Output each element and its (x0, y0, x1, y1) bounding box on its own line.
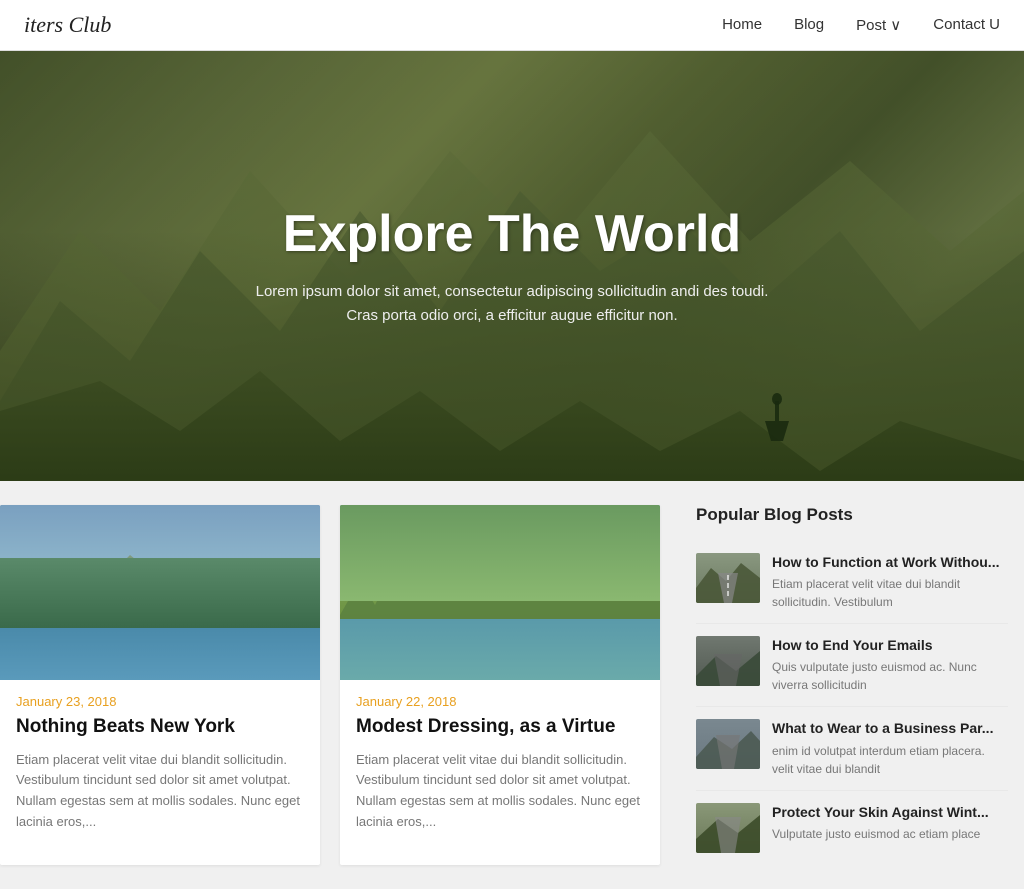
sidebar-thumb-2 (696, 636, 760, 686)
post-excerpt-1: Etiam placerat velit vitae dui blandit s… (16, 750, 304, 833)
sidebar-post-1: How to Function at Work Withou... Etiam … (696, 541, 1008, 624)
sidebar-thumb-svg-4 (696, 803, 760, 853)
sidebar-post-3: What to Wear to a Business Par... enim i… (696, 707, 1008, 790)
post-image-placeholder-1 (0, 505, 320, 680)
hero-section: Explore The World Lorem ipsum dolor sit … (0, 51, 1024, 481)
sidebar-post-excerpt-1: Etiam placerat velit vitae dui blandit s… (772, 575, 1008, 611)
nav-item-post[interactable]: Post ∨ (856, 16, 901, 35)
header: iters Club Home Blog Post ∨ Contact U (0, 0, 1024, 51)
sidebar-thumb-svg-3 (696, 719, 760, 769)
hero-title: Explore The World (256, 204, 769, 264)
main-content: January 23, 2018 Nothing Beats New York … (0, 481, 1024, 889)
post-body-1: January 23, 2018 Nothing Beats New York … (0, 680, 320, 853)
post-excerpt-2: Etiam placerat velit vitae dui blandit s… (356, 750, 644, 833)
sidebar-thumb-1 (696, 553, 760, 603)
sidebar-post-2: How to End Your Emails Quis vulputate ju… (696, 624, 1008, 707)
sidebar-thumb-4 (696, 803, 760, 853)
post-image-svg-2 (340, 505, 660, 680)
sidebar: Popular Blog Posts (680, 505, 1024, 865)
sidebar-thumb-svg-2 (696, 636, 760, 686)
sidebar-thumb-3 (696, 719, 760, 769)
post-image-svg-1 (0, 505, 320, 680)
sidebar-post-content-1: How to Function at Work Withou... Etiam … (772, 553, 1008, 611)
sidebar-post-title-1[interactable]: How to Function at Work Withou... (772, 553, 1008, 571)
sidebar-post-title-2[interactable]: How to End Your Emails (772, 636, 1008, 654)
nav-item-contact[interactable]: Contact U (933, 16, 1000, 35)
sidebar-thumb-svg-1 (696, 553, 760, 603)
post-image-1 (0, 505, 320, 680)
nav: Home Blog Post ∨ Contact U (722, 16, 1000, 35)
sidebar-post-excerpt-3: enim id volutpat interdum etiam placera.… (772, 742, 1008, 778)
sidebar-post-content-3: What to Wear to a Business Par... enim i… (772, 719, 1008, 777)
sidebar-post-excerpt-2: Quis vulputate justo euismod ac. Nunc vi… (772, 658, 1008, 694)
post-card-1: January 23, 2018 Nothing Beats New York … (0, 505, 320, 865)
sidebar-post-title-3[interactable]: What to Wear to a Business Par... (772, 719, 1008, 737)
post-image-placeholder-2 (340, 505, 660, 680)
posts-area: January 23, 2018 Nothing Beats New York … (0, 505, 680, 865)
sidebar-post-content-2: How to End Your Emails Quis vulputate ju… (772, 636, 1008, 694)
post-date-1: January 23, 2018 (16, 694, 304, 709)
nav-item-home[interactable]: Home (722, 16, 762, 35)
hero-subtitle: Lorem ipsum dolor sit amet, consectetur … (256, 280, 769, 328)
sidebar-post-content-4: Protect Your Skin Against Wint... Vulput… (772, 803, 1008, 843)
nav-item-blog[interactable]: Blog (794, 16, 824, 35)
post-title-2[interactable]: Modest Dressing, as a Virtue (356, 715, 644, 740)
post-title-1[interactable]: Nothing Beats New York (16, 715, 304, 740)
sidebar-post-excerpt-4: Vulputate justo euismod ac etiam place (772, 825, 1008, 843)
hero-content: Explore The World Lorem ipsum dolor sit … (236, 204, 789, 328)
sidebar-post-4: Protect Your Skin Against Wint... Vulput… (696, 791, 1008, 865)
post-image-2 (340, 505, 660, 680)
post-date-2: January 22, 2018 (356, 694, 644, 709)
post-card-2: January 22, 2018 Modest Dressing, as a V… (340, 505, 660, 865)
sidebar-post-title-4[interactable]: Protect Your Skin Against Wint... (772, 803, 1008, 821)
sidebar-posts-list: How to Function at Work Withou... Etiam … (696, 541, 1008, 865)
sidebar-title: Popular Blog Posts (696, 505, 1008, 525)
post-body-2: January 22, 2018 Modest Dressing, as a V… (340, 680, 660, 853)
logo: iters Club (24, 12, 111, 38)
